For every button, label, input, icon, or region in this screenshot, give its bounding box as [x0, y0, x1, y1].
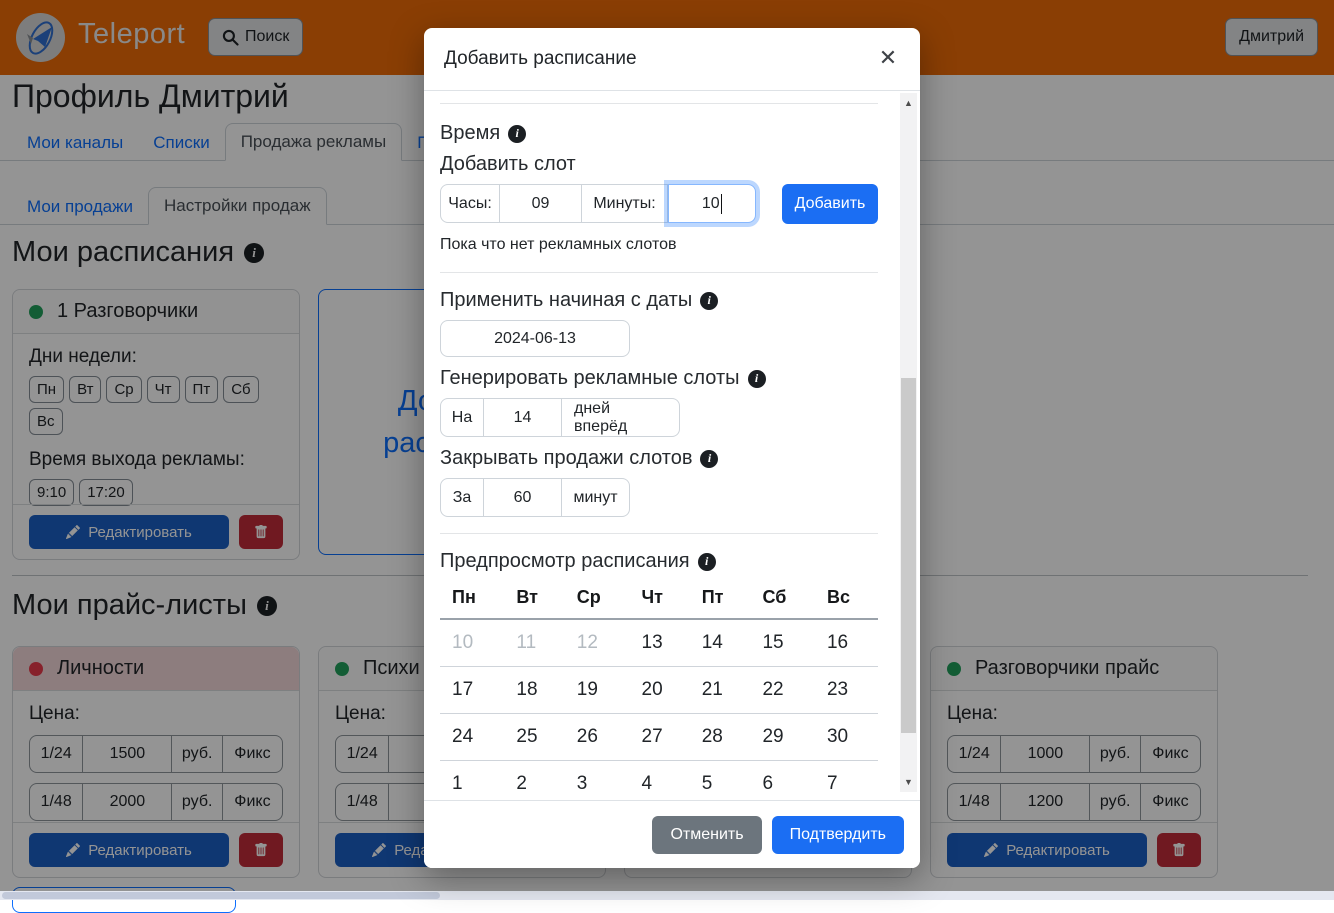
- horizontal-scrollbar[interactable]: [0, 891, 1334, 900]
- no-slots-text: Пока что нет рекламных слотов: [440, 236, 878, 254]
- close-minutes-input[interactable]: 60: [484, 478, 562, 517]
- modal-body: Время i Добавить слот Часы: 09 Минуты: 1…: [424, 91, 920, 800]
- modal-scrollbar[interactable]: ▲ ▼: [900, 93, 917, 792]
- generate-heading-text: Генерировать рекламные слоты: [440, 367, 740, 390]
- close-icon[interactable]: ✕: [872, 42, 904, 74]
- add-slot-row: Часы: 09 Минуты: 10 Добавить: [440, 184, 878, 224]
- preview-heading: Предпросмотр расписания i: [440, 550, 878, 573]
- modal-title: Добавить расписание: [444, 48, 637, 70]
- minutes-input[interactable]: 10: [668, 184, 756, 223]
- calendar-day: 29: [750, 714, 815, 761]
- start-date-input[interactable]: 2024-06-13: [440, 320, 630, 357]
- calendar-day: 13: [630, 619, 690, 667]
- calendar-day: 2: [504, 761, 564, 801]
- time-heading-text: Время: [440, 122, 500, 145]
- minutes-label: Минуты:: [582, 184, 668, 223]
- calendar-day: 17: [440, 667, 504, 714]
- scroll-down-icon[interactable]: ▼: [900, 774, 917, 790]
- calendar-header: Вт: [504, 583, 564, 619]
- generate-group: На 14 дней вперёд: [440, 398, 878, 437]
- calendar-header-row: Пн Вт Ср Чт Пт Сб Вс: [440, 583, 878, 619]
- calendar-day: 1: [440, 761, 504, 801]
- calendar-header: Ср: [565, 583, 630, 619]
- preview-info-icon[interactable]: i: [698, 553, 716, 571]
- slot-time-group: Часы: 09 Минуты: 10: [440, 184, 756, 223]
- calendar-day: 30: [815, 714, 878, 761]
- add-schedule-modal: Добавить расписание ✕ Время i Добавить с…: [424, 28, 920, 868]
- calendar-day: 18: [504, 667, 564, 714]
- calendar-day: 6: [750, 761, 815, 801]
- calendar-day: 7: [815, 761, 878, 801]
- calendar-day: 10: [440, 619, 504, 667]
- close-sales-heading: Закрывать продажи слотов i: [440, 447, 878, 470]
- calendar-row: 10 11 12 13 14 15 16: [440, 619, 878, 667]
- generate-suffix: дней вперёд: [562, 398, 680, 437]
- scrolled-divider: [440, 103, 878, 104]
- modal-scrollbar-thumb[interactable]: [901, 378, 916, 733]
- preview-heading-text: Предпросмотр расписания: [440, 550, 690, 573]
- calendar-day: 4: [630, 761, 690, 801]
- calendar-day: 5: [690, 761, 751, 801]
- calendar-day: 21: [690, 667, 751, 714]
- calendar-header: Вс: [815, 583, 878, 619]
- apply-date-heading-text: Применить начиная с даты: [440, 289, 692, 312]
- calendar-day: 24: [440, 714, 504, 761]
- calendar-row: 24 25 26 27 28 29 30: [440, 714, 878, 761]
- calendar-day: 14: [690, 619, 751, 667]
- calendar-day: 27: [630, 714, 690, 761]
- apply-date-info-icon[interactable]: i: [700, 292, 718, 310]
- generate-info-icon[interactable]: i: [748, 370, 766, 388]
- generate-prefix: На: [440, 398, 484, 437]
- cancel-button[interactable]: Отменить: [652, 816, 761, 854]
- modal-footer: Отменить Подтвердить: [424, 800, 920, 868]
- generate-heading: Генерировать рекламные слоты i: [440, 367, 878, 390]
- calendar-day: 23: [815, 667, 878, 714]
- divider: [440, 272, 878, 273]
- divider: [440, 533, 878, 534]
- calendar-day: 19: [565, 667, 630, 714]
- calendar-day: 11: [504, 619, 564, 667]
- minutes-value: 10: [702, 195, 720, 213]
- calendar-day: 20: [630, 667, 690, 714]
- calendar-day: 22: [750, 667, 815, 714]
- calendar-day: 26: [565, 714, 630, 761]
- calendar-header: Пт: [690, 583, 751, 619]
- calendar-header: Чт: [630, 583, 690, 619]
- close-suffix: минут: [562, 478, 630, 517]
- calendar-day: 15: [750, 619, 815, 667]
- close-sales-heading-text: Закрывать продажи слотов: [440, 447, 692, 470]
- calendar-day: 28: [690, 714, 751, 761]
- calendar-day: 16: [815, 619, 878, 667]
- close-sales-group: За 60 минут: [440, 478, 878, 517]
- schedule-preview-calendar: Пн Вт Ср Чт Пт Сб Вс 10 11 12 13 14 15: [440, 583, 878, 800]
- apply-date-heading: Применить начиная с даты i: [440, 289, 878, 312]
- confirm-button[interactable]: Подтвердить: [772, 816, 904, 854]
- add-slot-heading: Добавить слот: [440, 153, 878, 176]
- calendar-row: 17 18 19 20 21 22 23: [440, 667, 878, 714]
- add-slot-button[interactable]: Добавить: [782, 184, 878, 224]
- generate-days-input[interactable]: 14: [484, 398, 562, 437]
- calendar-day: 12: [565, 619, 630, 667]
- calendar-header: Сб: [750, 583, 815, 619]
- horizontal-scrollbar-thumb[interactable]: [2, 892, 440, 899]
- text-caret: [721, 194, 723, 214]
- scroll-up-icon[interactable]: ▲: [900, 95, 917, 111]
- close-sales-info-icon[interactable]: i: [700, 450, 718, 468]
- calendar-day: 25: [504, 714, 564, 761]
- hours-label: Часы:: [440, 184, 500, 223]
- close-prefix: За: [440, 478, 484, 517]
- time-heading: Время i: [440, 122, 878, 145]
- modal-header: Добавить расписание ✕: [424, 28, 920, 91]
- time-info-icon[interactable]: i: [508, 125, 526, 143]
- calendar-row: 1 2 3 4 5 6 7: [440, 761, 878, 801]
- hours-input[interactable]: 09: [500, 184, 582, 223]
- calendar-header: Пн: [440, 583, 504, 619]
- calendar-day: 3: [565, 761, 630, 801]
